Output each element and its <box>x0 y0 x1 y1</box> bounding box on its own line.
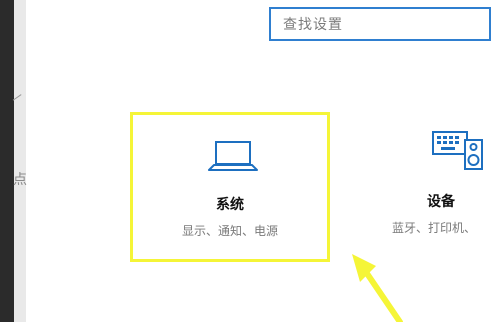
left-panel-glyph: 点 <box>13 172 27 188</box>
left-dark-strip <box>0 0 14 322</box>
settings-search-box[interactable]: 查找设置 <box>269 7 491 41</box>
yellow-arrow-annotation <box>352 254 403 322</box>
keyboard-speaker-icon <box>432 131 483 170</box>
settings-tile-devices[interactable]: 设备 蓝牙、打印机、 <box>379 112 491 262</box>
laptop-icon <box>208 141 258 171</box>
left-nav-panel-edge <box>14 0 26 322</box>
search-placeholder: 查找设置 <box>283 17 343 33</box>
tile-devices-subtitle: 蓝牙、打印机、 <box>392 221 477 235</box>
tile-system-title: 系统 <box>216 197 244 213</box>
settings-tile-system[interactable]: 系统 显示、通知、电源 <box>130 112 330 262</box>
tile-devices-title: 设备 <box>427 194 455 210</box>
tile-system-subtitle: 显示、通知、电源 <box>181 224 278 238</box>
